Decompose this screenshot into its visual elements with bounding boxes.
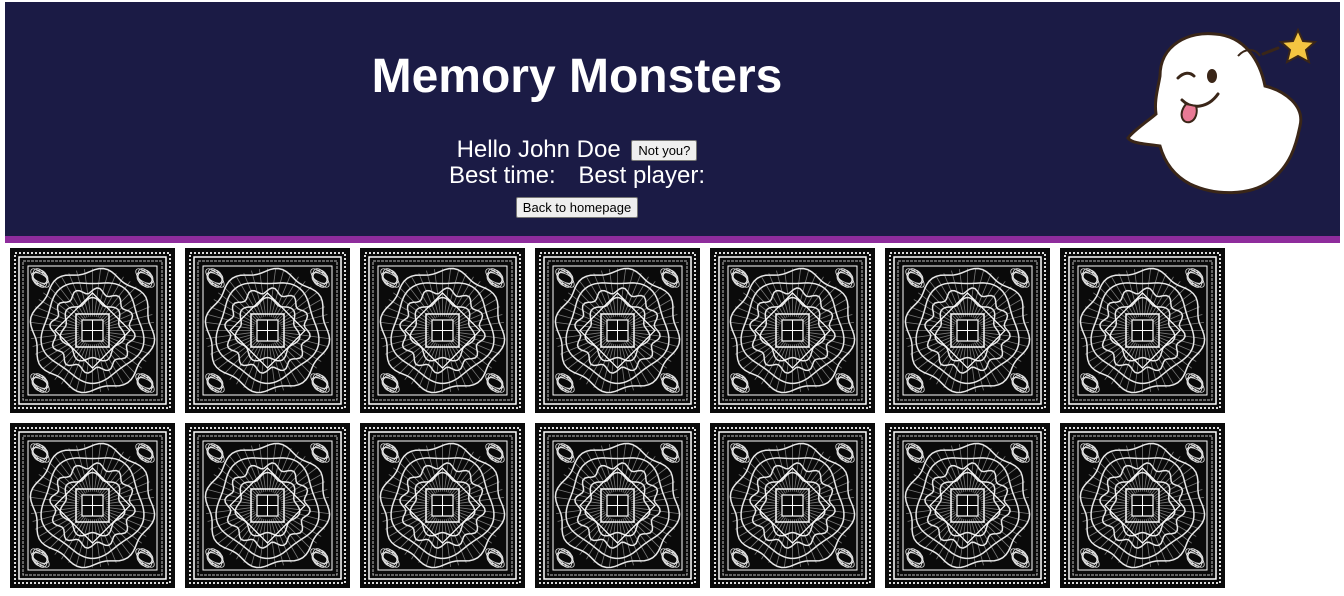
mandala-pattern-icon — [10, 423, 175, 588]
mandala-pattern-icon — [185, 248, 350, 413]
page-title: Memory Monsters — [371, 50, 783, 103]
winking-ghost-with-star-icon — [1126, 27, 1318, 195]
memory-card[interactable] — [535, 248, 700, 413]
best-player-label: Best player: — [578, 162, 706, 189]
memory-card[interactable] — [710, 248, 875, 413]
memory-card[interactable] — [1060, 423, 1225, 588]
memory-card[interactable] — [535, 423, 700, 588]
memory-card[interactable] — [885, 423, 1050, 588]
not-you-button[interactable]: Not you? — [631, 140, 698, 161]
mandala-pattern-icon — [1060, 248, 1225, 413]
memory-card[interactable] — [185, 248, 350, 413]
mandala-pattern-icon — [535, 423, 700, 588]
memory-card[interactable] — [1060, 248, 1225, 413]
memory-card[interactable] — [10, 248, 175, 413]
best-time-label: Best time: — [448, 162, 556, 189]
header-accent-stripe — [5, 236, 1340, 243]
mandala-pattern-icon — [710, 248, 875, 413]
best-score-row: Best time: Best player: — [5, 161, 1149, 191]
mandala-pattern-icon — [535, 248, 700, 413]
mandala-pattern-icon — [360, 248, 525, 413]
memory-card[interactable] — [360, 423, 525, 588]
mandala-pattern-icon — [360, 423, 525, 588]
mandala-pattern-icon — [10, 248, 175, 413]
home-row: Back to homepage — [5, 197, 1149, 218]
mandala-pattern-icon — [710, 423, 875, 588]
memory-card[interactable] — [710, 423, 875, 588]
greeting-text: Hello John Doe — [456, 136, 621, 163]
mandala-pattern-icon — [185, 423, 350, 588]
mandala-pattern-icon — [1060, 423, 1225, 588]
memory-card[interactable] — [185, 423, 350, 588]
memory-card[interactable] — [360, 248, 525, 413]
back-to-homepage-button[interactable]: Back to homepage — [515, 197, 639, 218]
card-board — [10, 248, 1225, 588]
memory-card[interactable] — [10, 423, 175, 588]
memory-card[interactable] — [885, 248, 1050, 413]
mandala-pattern-icon — [885, 423, 1050, 588]
mandala-pattern-icon — [885, 248, 1050, 413]
